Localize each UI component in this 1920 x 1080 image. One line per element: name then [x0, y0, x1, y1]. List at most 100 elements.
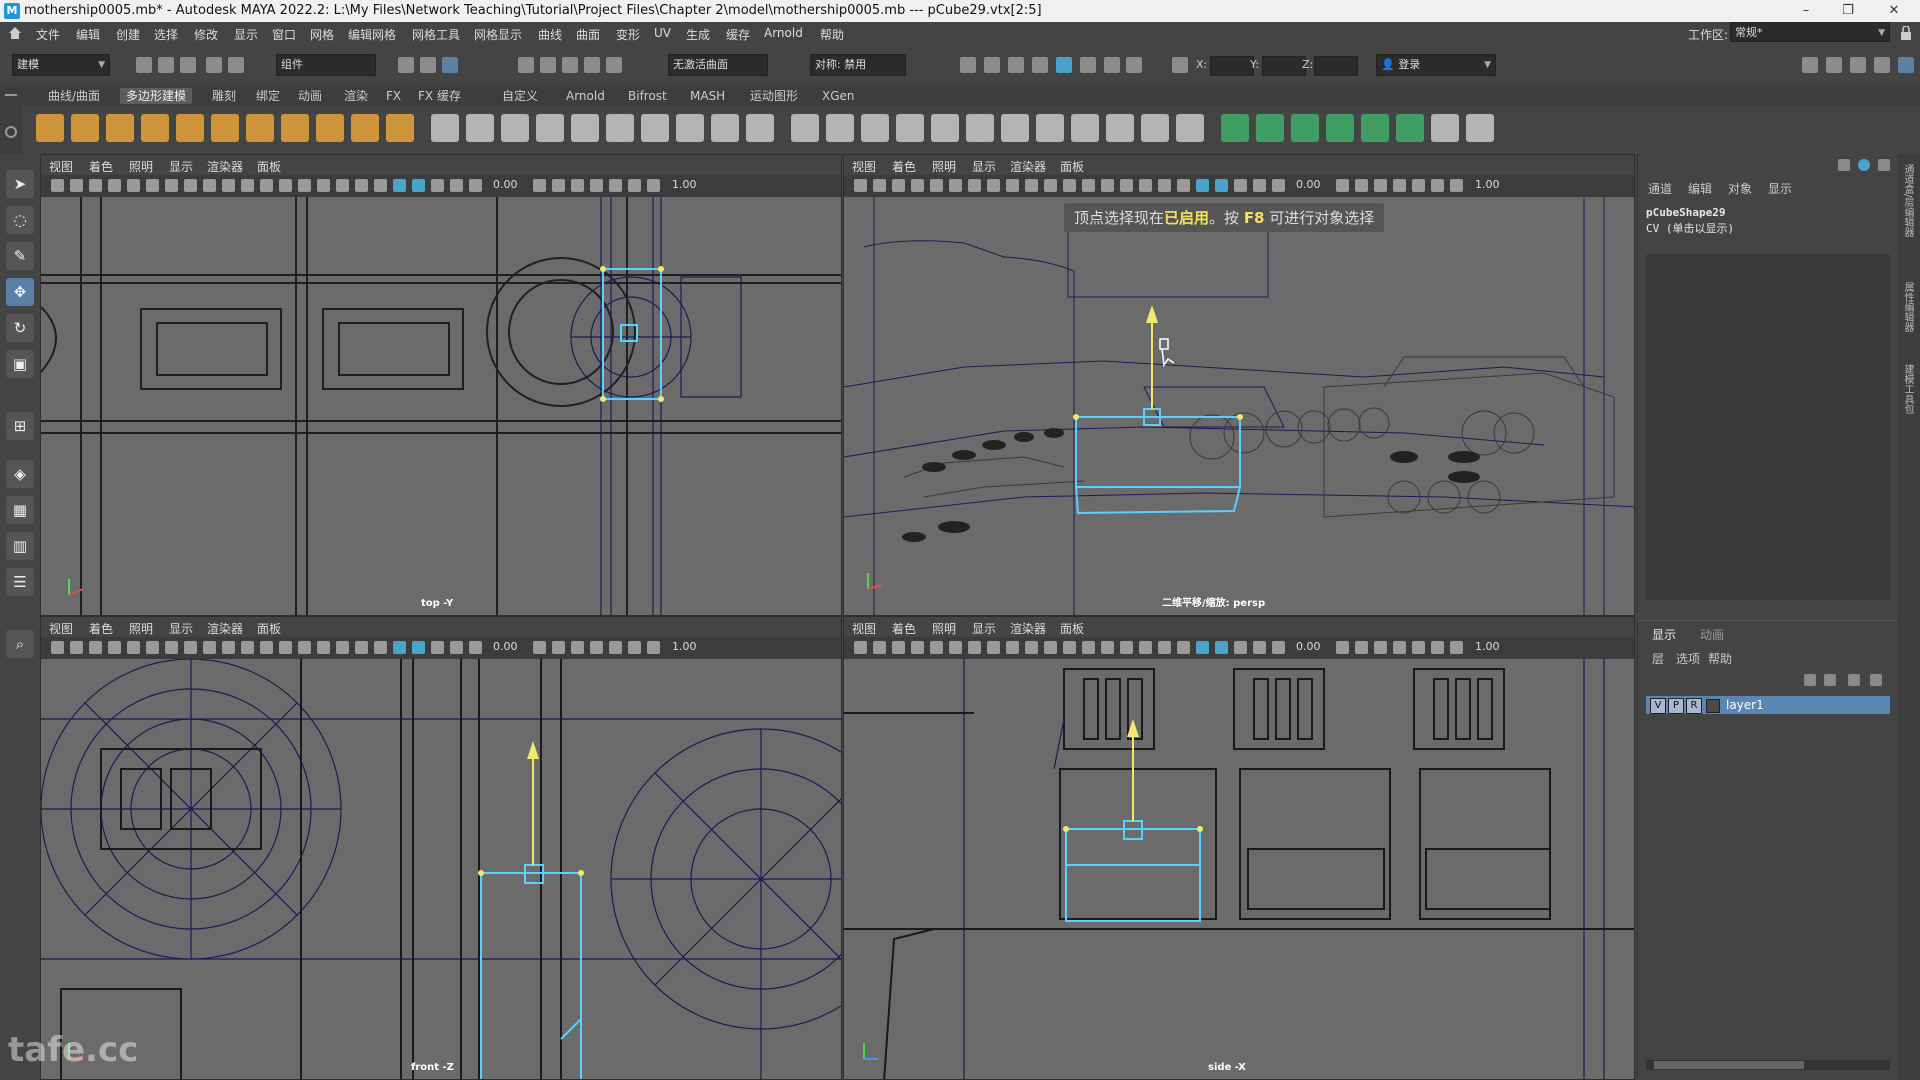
side-tab-attribute-editor[interactable]: 属性编辑器 [1901, 282, 1915, 332]
channel-box-sync-icon[interactable] [1858, 159, 1870, 171]
viewport-persp-toolbar-icon[interactable] [1158, 179, 1171, 192]
lock-icon[interactable] [1900, 25, 1912, 40]
viewport-side-toolbar-icon[interactable] [1158, 641, 1171, 654]
viewport-persp-toolbar-icon[interactable] [987, 179, 1000, 192]
viewport-side-toolbar-icon[interactable] [1234, 641, 1247, 654]
persp-graph-layout-icon[interactable]: ▥ [6, 532, 34, 560]
viewport-side[interactable]: 视图 着色 照明 显示 渲染器 面板 0.00 1.00 side -X [843, 616, 1635, 1080]
viewport-top-toolbar-icon[interactable] [590, 179, 603, 192]
attribute-editor-icon[interactable] [1826, 57, 1842, 73]
viewport-side-menu-renderer[interactable]: 渲染器 [1010, 620, 1046, 637]
tool-settings-icon[interactable] [1850, 57, 1866, 73]
viewport-front-toolbar-icon[interactable] [412, 641, 425, 654]
shelf-tool-icon[interactable] [36, 114, 64, 142]
modeling-toolkit-icon[interactable] [1802, 57, 1818, 73]
viewport-front-toolbar-icon[interactable] [184, 641, 197, 654]
viewport-side-toolbar-icon[interactable] [1101, 641, 1114, 654]
viewport-persp-toolbar-icon[interactable] [1006, 179, 1019, 192]
viewport-side-toolbar-icon[interactable] [1139, 641, 1152, 654]
viewport-persp[interactable]: 视图 着色 照明 显示 渲染器 面板 0.00 1.00 顶点选择现在已启用。按… [843, 154, 1635, 616]
select-tool-icon[interactable]: ➤ [6, 170, 34, 198]
single-perspective-layout-icon[interactable]: ⊞ [6, 412, 34, 440]
shelf-tool-icon[interactable] [431, 114, 459, 142]
layer-row-layer1[interactable]: V P R layer1 [1646, 696, 1890, 714]
menu-modify[interactable]: 修改 [194, 26, 218, 43]
viewport-side-toolbar-icon[interactable] [854, 641, 867, 654]
shelf-tool-icon[interactable] [466, 114, 494, 142]
menu-uv[interactable]: UV [654, 26, 671, 40]
open-scene-icon[interactable] [158, 57, 174, 73]
viewport-side-toolbar-icon[interactable] [1025, 641, 1038, 654]
viewport-persp-menu-panels[interactable]: 面板 [1060, 158, 1084, 175]
menu-edit-mesh[interactable]: 编辑网格 [348, 26, 396, 43]
viewport-persp-toolbar-icon[interactable] [1253, 179, 1266, 192]
viewport-front-menu-view[interactable]: 视图 [49, 620, 73, 637]
shelf-tool-icon[interactable] [281, 114, 309, 142]
viewport-top-toolbar-icon[interactable] [412, 179, 425, 192]
layer-scrollbar-thumb[interactable] [1654, 1061, 1804, 1069]
layer-name[interactable]: layer1 [1726, 698, 1764, 712]
viewport-persp-gamma-value[interactable]: 1.00 [1475, 178, 1500, 191]
viewport-front-toolbar-icon[interactable] [628, 641, 641, 654]
viewport-front-menu-renderer[interactable]: 渲染器 [207, 620, 243, 637]
viewport-top-toolbar-icon[interactable] [51, 179, 64, 192]
shelf-tool-icon[interactable] [1396, 114, 1424, 142]
menu-edit[interactable]: 编辑 [76, 26, 100, 43]
lasso-tool-icon[interactable]: ◌ [6, 206, 34, 234]
viewport-top-toolbar-icon[interactable] [203, 179, 216, 192]
viewport-side-menu-panels[interactable]: 面板 [1060, 620, 1084, 637]
menu-help[interactable]: 帮助 [820, 26, 844, 43]
render-settings-icon[interactable] [1032, 57, 1048, 73]
side-tab-channel-box-layer-editor[interactable]: 通道盒/层编辑器 [1901, 164, 1915, 237]
cv-toggle[interactable]: CV (单击以显示) [1646, 220, 1734, 236]
move-tool-icon[interactable]: ✥ [6, 278, 34, 306]
viewport-top-toolbar-icon[interactable] [222, 179, 235, 192]
viewport-top-toolbar-icon[interactable] [647, 179, 660, 192]
viewport-top-toolbar-icon[interactable] [108, 179, 121, 192]
viewport-front-toolbar-icon[interactable] [108, 641, 121, 654]
shelf-tool-icon[interactable] [1071, 114, 1099, 142]
viewport-top-toolbar-icon[interactable] [317, 179, 330, 192]
shelf-tab-animation[interactable]: 动画 [292, 88, 328, 104]
viewport-persp-toolbar-icon[interactable] [1025, 179, 1038, 192]
viewport-front-toolbar-icon[interactable] [298, 641, 311, 654]
viewport-front-toolbar-icon[interactable] [450, 641, 463, 654]
shelf-tool-icon[interactable] [536, 114, 564, 142]
menu-display[interactable]: 显示 [234, 26, 258, 43]
selection-mode-dropdown[interactable]: 组件 [276, 54, 376, 76]
viewport-front-toolbar-icon[interactable] [393, 641, 406, 654]
layer-menu-help[interactable]: 帮助 [1708, 650, 1732, 667]
shelf-tool-icon[interactable] [1291, 114, 1319, 142]
shelf-tool-icon[interactable] [1431, 114, 1459, 142]
layer-editor-divider[interactable] [1638, 620, 1898, 621]
viewport-persp-toolbar-icon[interactable] [1355, 179, 1368, 192]
viewport-persp-menu-shading[interactable]: 着色 [892, 158, 916, 175]
viewport-front-toolbar-icon[interactable] [431, 641, 444, 654]
redo-icon[interactable] [228, 57, 244, 73]
shelf-tool-icon[interactable] [316, 114, 344, 142]
viewport-persp-toolbar-icon[interactable] [1082, 179, 1095, 192]
shelf-tab-fx[interactable]: FX [380, 88, 407, 104]
viewport-front-toolbar-icon[interactable] [89, 641, 102, 654]
menu-curves[interactable]: 曲线 [538, 26, 562, 43]
viewport-front-toolbar-icon[interactable] [336, 641, 349, 654]
viewport-persp-toolbar-icon[interactable] [1450, 179, 1463, 192]
viewport-top-toolbar-icon[interactable] [393, 179, 406, 192]
viewport-top-toolbar-icon[interactable] [70, 179, 83, 192]
menu-file[interactable]: 文件 [36, 26, 60, 43]
viewport-persp-menu-renderer[interactable]: 渲染器 [1010, 158, 1046, 175]
shelf-tool-icon[interactable] [931, 114, 959, 142]
viewport-front-gamma-value[interactable]: 1.00 [672, 640, 697, 653]
viewport-persp-toolbar-icon[interactable] [1374, 179, 1387, 192]
login-dropdown[interactable]: 👤 登录 ▼ [1376, 54, 1496, 76]
viewport-side-menu-lighting[interactable]: 照明 [932, 620, 956, 637]
viewport-persp-exposure-value[interactable]: 0.00 [1296, 178, 1321, 191]
viewport-front-toolbar-icon[interactable] [127, 641, 140, 654]
viewport-side-toolbar-icon[interactable] [949, 641, 962, 654]
viewport-front-menu-panels[interactable]: 面板 [257, 620, 281, 637]
shelf-tool-icon[interactable] [1256, 114, 1284, 142]
menu-generate[interactable]: 生成 [686, 26, 710, 43]
layer-visibility-toggle[interactable]: V [1650, 698, 1666, 714]
shelf-tab-motion-graphics[interactable]: 运动图形 [744, 88, 804, 104]
viewport-side-toolbar-icon[interactable] [1355, 641, 1368, 654]
